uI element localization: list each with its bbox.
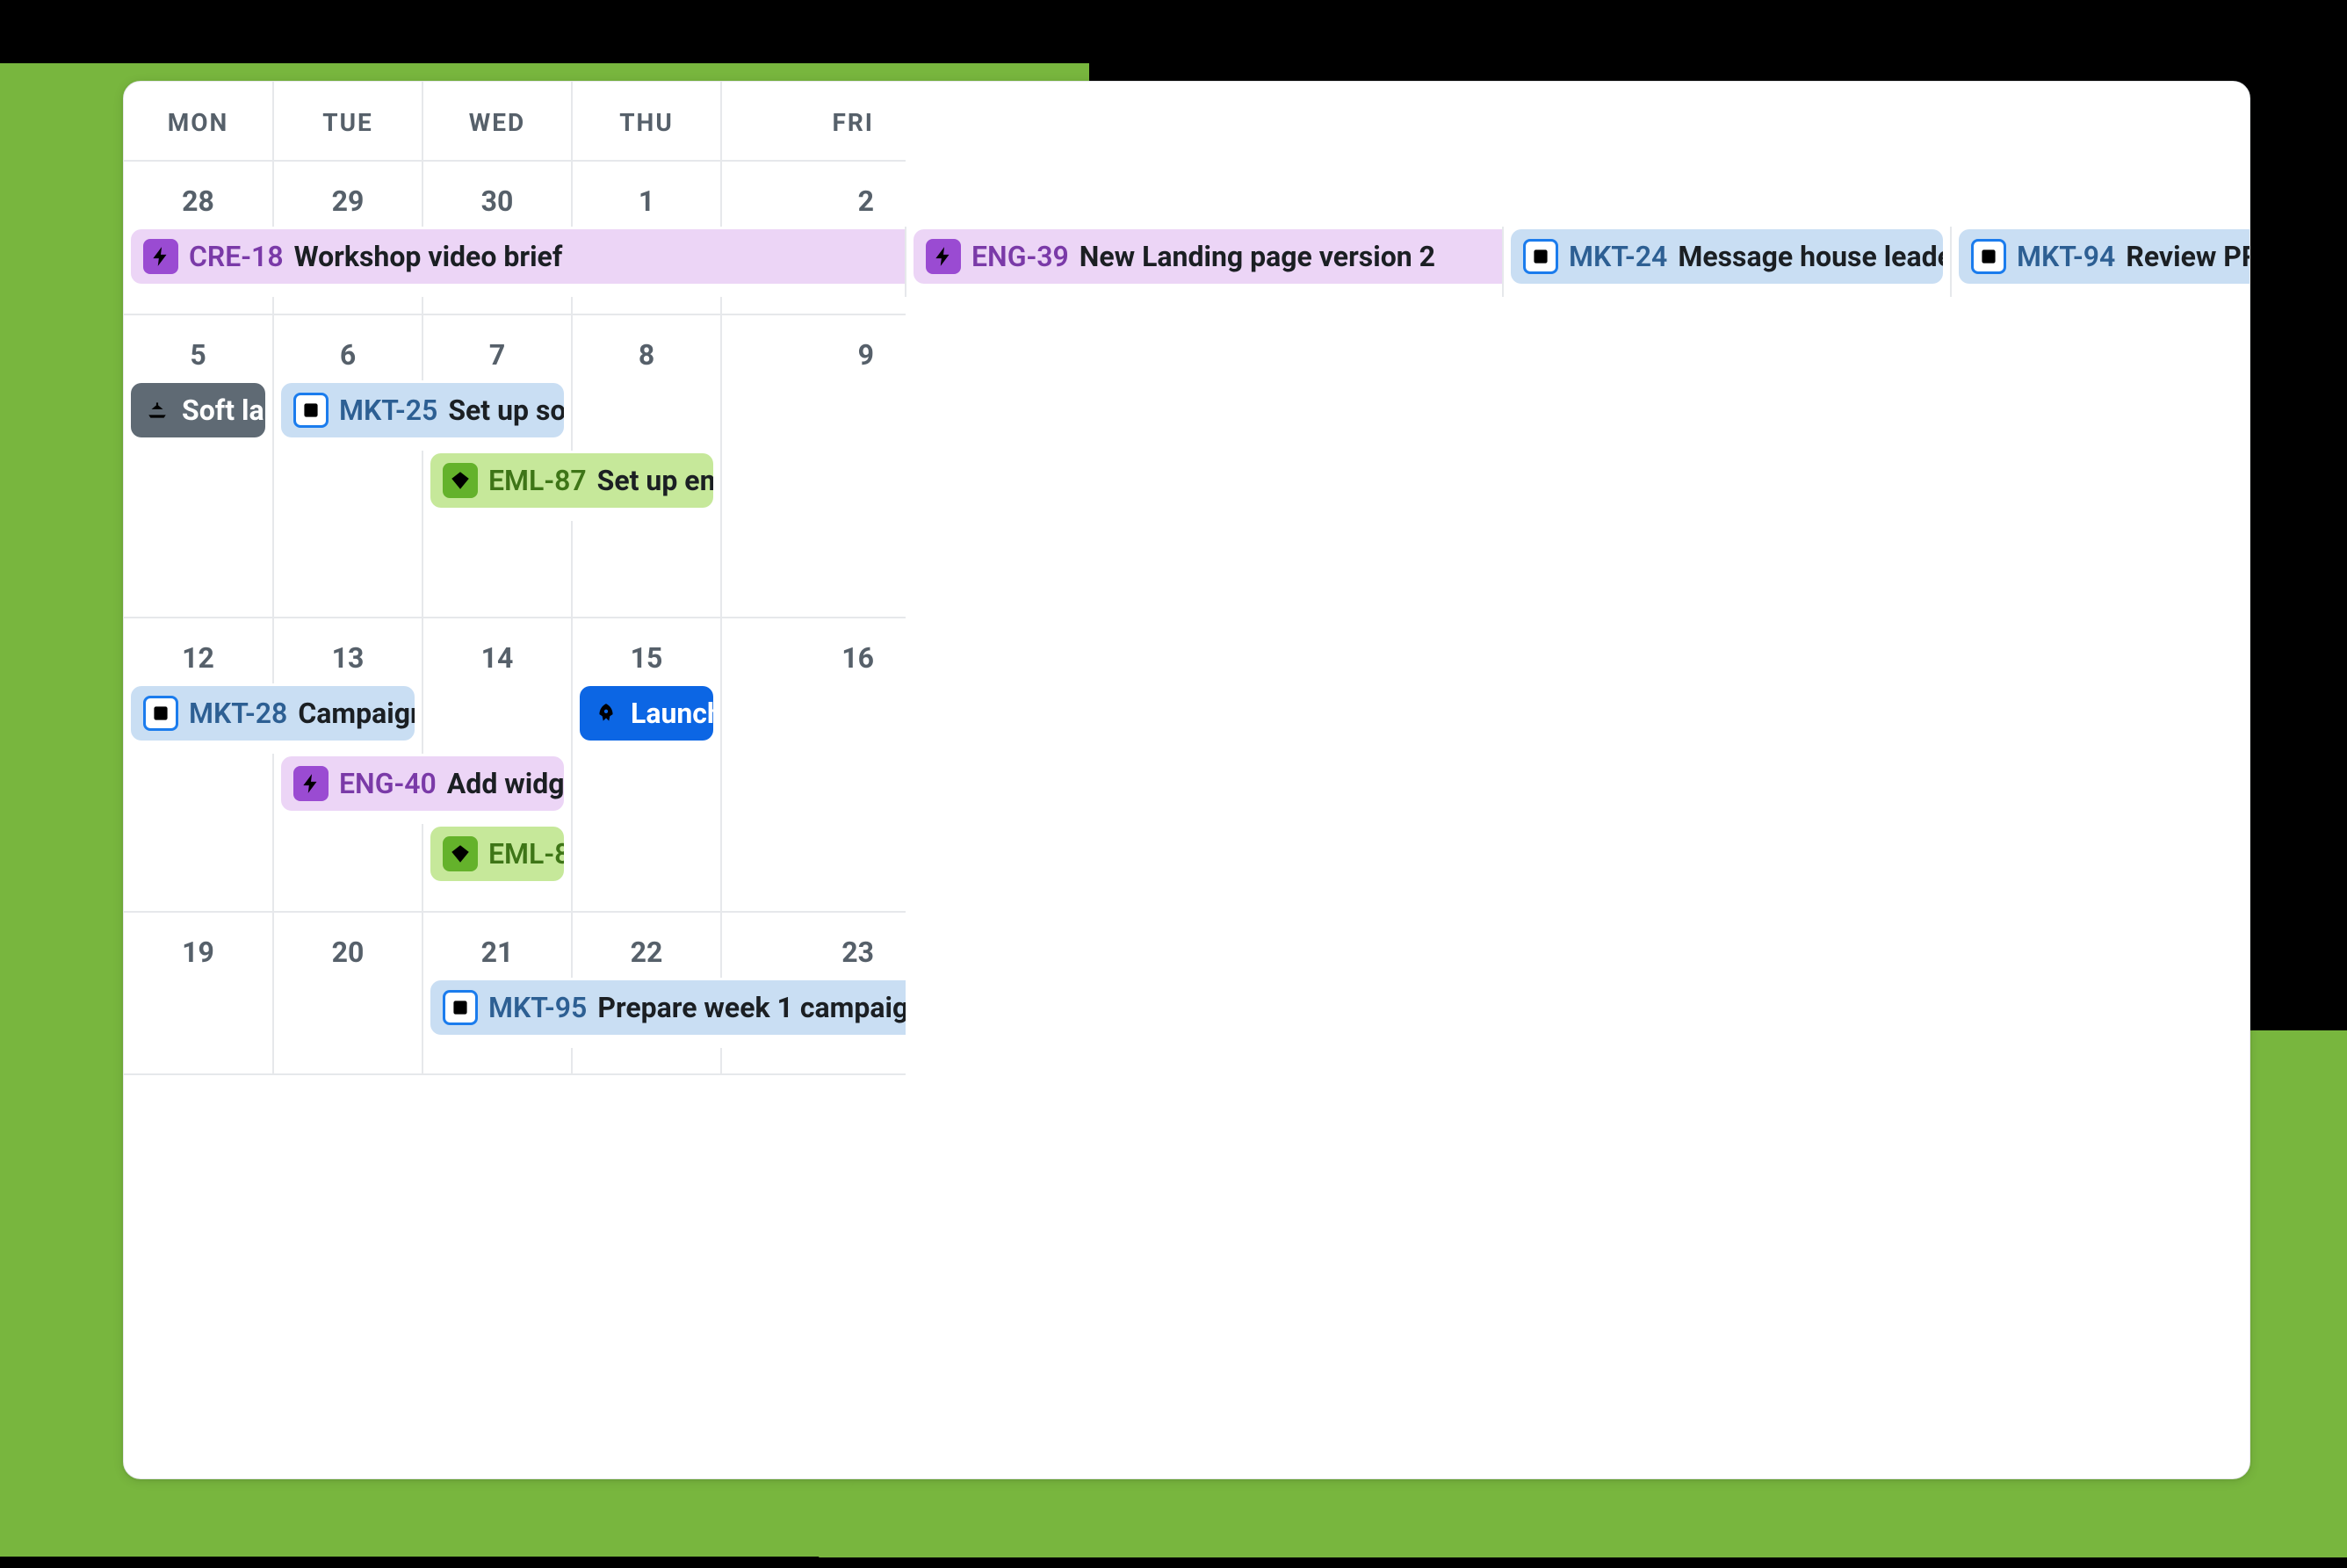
event-lane-row: CRE-18 Workshop video brief ENG-39 New Land… (124, 227, 2250, 297)
diamond-icon (443, 836, 478, 871)
date-cell[interactable]: 13 (273, 618, 422, 683)
event-title: New Landing page version 2 (1080, 240, 1435, 273)
event-title: Prepare week 1 campaign results (597, 991, 906, 1024)
date-cell[interactable]: 6 (273, 314, 422, 380)
square-icon (143, 696, 178, 731)
event-code: EML-88 (488, 837, 564, 871)
event-cre-18[interactable]: CRE-18 Workshop video brief (131, 229, 905, 284)
event-code: MKT-94 (2017, 240, 2115, 273)
event-lane-row: EML-87 Set up email sends (124, 451, 2250, 521)
date-cell[interactable]: 19 (124, 912, 273, 978)
event-lane-row: MKT-28 Campaign QA Launch day (124, 683, 2250, 754)
date-cell[interactable]: 9 (721, 314, 906, 380)
event-title: Add widget to landing page (447, 767, 564, 800)
week-separator (124, 297, 2250, 314)
event-lane-row: Soft launch MKT-25 Set up social campaigns (124, 380, 2250, 451)
event-title: Campaign QA (298, 697, 415, 730)
calendar-header-row: MON TUE WED THU FRI (124, 82, 2250, 161)
date-cell[interactable]: 21 (422, 912, 572, 978)
week-dates-row: 56789 (124, 314, 2250, 380)
date-cell[interactable]: 16 (721, 618, 906, 683)
event-eng-39[interactable]: ENG-39 New Landing page version 2 (914, 229, 1502, 284)
event-code: ENG-40 (339, 767, 437, 800)
event-mkt-95[interactable]: MKT-95 Prepare week 1 campaign results (430, 980, 906, 1035)
date-cell[interactable]: 8 (572, 314, 721, 380)
event-title: Review PR announcement (2126, 240, 2250, 273)
calendar-grid: MON TUE WED THU FRI 28293012CRE-18Worksh… (124, 82, 2250, 1075)
day-header-wed: WED (422, 82, 572, 161)
event-lane-row: MKT-95 Prepare week 1 campaign results (124, 978, 2250, 1048)
day-header-fri: FRI (721, 82, 906, 161)
event-code: MKT-95 (488, 991, 587, 1024)
event-code: ENG-39 (971, 240, 1069, 273)
event-code: MKT-28 (189, 697, 287, 730)
event-lane-row: ENG-40 Add widget to landing page (124, 754, 2250, 824)
bolt-icon (143, 239, 178, 274)
date-cell[interactable]: 14 (422, 618, 572, 683)
event-title: Workshop video brief (294, 240, 563, 273)
square-icon (1971, 239, 2006, 274)
event-mkt-94[interactable]: MKT-94 Review PR announcement (1959, 229, 2250, 284)
week-separator (124, 1048, 2250, 1074)
square-icon (1523, 239, 1558, 274)
event-soft-launch[interactable]: Soft launch (131, 383, 265, 437)
event-mkt-28[interactable]: MKT-28 Campaign QA (131, 686, 415, 741)
event-eml-87[interactable]: EML-87 Set up email sends (430, 453, 713, 508)
date-cell[interactable]: 5 (124, 314, 273, 380)
week-dates-row: 1920212223 (124, 912, 2250, 978)
date-cell[interactable]: 7 (422, 314, 572, 380)
calendar-card: MON TUE WED THU FRI 28293012CRE-18Worksh… (123, 81, 2250, 1479)
event-code: CRE-18 (189, 240, 284, 273)
event-eml-88[interactable]: EML-88Email QA (430, 827, 564, 881)
bolt-icon (926, 239, 961, 274)
event-launch-day[interactable]: Launch day (580, 686, 713, 741)
date-cell[interactable]: 1 (572, 161, 721, 227)
week-dates-row: 1213141516 (124, 618, 2250, 683)
rocket-icon (592, 696, 620, 731)
date-cell[interactable]: 2 (721, 161, 906, 227)
event-title: Message house leadership review (1678, 240, 1943, 273)
event-lane-row: EML-88Email QA (124, 824, 2250, 894)
week-dates-row: 28293012 (124, 161, 2250, 227)
date-cell[interactable]: 12 (124, 618, 273, 683)
day-header-thu: THU (572, 82, 721, 161)
day-header-mon: MON (124, 82, 273, 161)
week-separator (124, 521, 2250, 618)
event-mkt-25[interactable]: MKT-25 Set up social campaigns (281, 383, 564, 437)
date-cell[interactable]: 23 (721, 912, 906, 978)
week-separator (124, 894, 2250, 912)
square-icon (293, 393, 329, 428)
event-mkt-24[interactable]: MKT-24 Message house leadership review (1511, 229, 1943, 284)
date-cell[interactable]: 20 (273, 912, 422, 978)
square-icon (443, 990, 478, 1025)
date-cell[interactable]: 30 (422, 161, 572, 227)
event-title: Set up social campaigns (448, 394, 564, 427)
event-code: MKT-25 (339, 394, 437, 427)
event-title: Set up email sends (597, 464, 713, 497)
date-cell[interactable]: 15 (572, 618, 721, 683)
ship-icon (143, 393, 171, 428)
date-cell[interactable]: 29 (273, 161, 422, 227)
event-title: Soft launch (182, 394, 265, 427)
diamond-icon (443, 463, 478, 498)
bolt-icon (293, 766, 329, 801)
event-title: Launch day (631, 697, 713, 730)
date-cell[interactable]: 28 (124, 161, 273, 227)
day-header-tue: TUE (273, 82, 422, 161)
date-cell[interactable]: 22 (572, 912, 721, 978)
event-code: MKT-24 (1569, 240, 1667, 273)
event-eng-40[interactable]: ENG-40 Add widget to landing page (281, 756, 564, 811)
event-code: EML-87 (488, 464, 587, 497)
